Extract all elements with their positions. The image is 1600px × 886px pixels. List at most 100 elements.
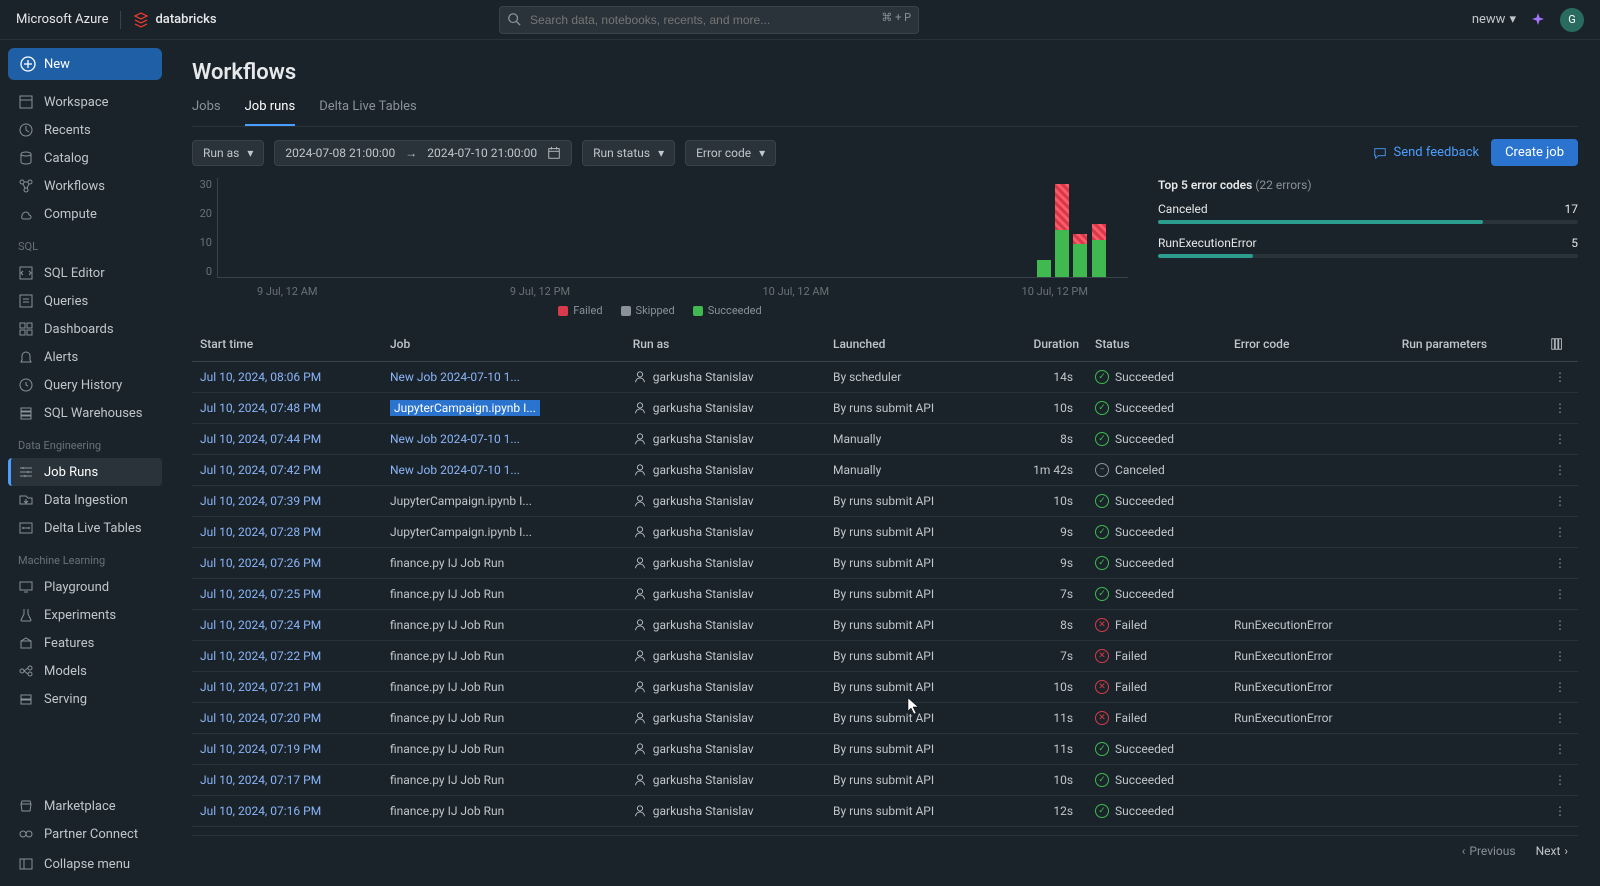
job-link[interactable]: New Job 2024-07-10 1... xyxy=(390,432,520,446)
collapse-menu[interactable]: Collapse menu xyxy=(8,850,162,878)
filter-run-as[interactable]: Run as ▾ xyxy=(192,140,264,166)
sidebar-item-dashboards[interactable]: Dashboards xyxy=(8,315,162,343)
sidebar-item-partner[interactable]: Partner Connect xyxy=(8,820,162,848)
job-link[interactable]: New Job 2024-07-10 1... xyxy=(390,463,520,477)
error-code-row[interactable]: RunExecutionError5 xyxy=(1158,236,1578,258)
table-row[interactable]: Jul 10, 2024, 07:24 PM finance.py IJ Job… xyxy=(192,610,1578,641)
start-time-link[interactable]: Jul 10, 2024, 07:22 PM xyxy=(200,649,321,663)
row-menu-button[interactable]: ⋮ xyxy=(1554,649,1566,663)
sidebar-item-sql-warehouses[interactable]: SQL Warehouses xyxy=(8,399,162,427)
filter-date-range[interactable]: 2024-07-08 21:00:00 → 2024-07-10 21:00:0… xyxy=(274,140,572,166)
row-menu-button[interactable]: ⋮ xyxy=(1554,494,1566,508)
legend-skipped[interactable]: Skipped xyxy=(621,304,675,317)
column-header[interactable]: Run parameters xyxy=(1394,327,1542,362)
column-header[interactable]: Duration xyxy=(996,327,1087,362)
start-time-link[interactable]: Jul 10, 2024, 07:19 PM xyxy=(200,742,321,756)
create-job-button[interactable]: Create job xyxy=(1491,139,1578,166)
row-menu-button[interactable]: ⋮ xyxy=(1554,742,1566,756)
filter-run-status[interactable]: Run status ▾ xyxy=(582,140,675,166)
row-menu-button[interactable]: ⋮ xyxy=(1554,401,1566,415)
column-header[interactable]: Run as xyxy=(625,327,825,362)
sidebar-item-queries[interactable]: Queries xyxy=(8,287,162,315)
search-input[interactable] xyxy=(499,6,919,34)
sidebar-item-dlt[interactable]: Delta Live Tables xyxy=(8,514,162,542)
sidebar-item-compute[interactable]: Compute xyxy=(8,200,162,228)
table-row[interactable]: Jul 10, 2024, 07:19 PM finance.py IJ Job… xyxy=(192,734,1578,765)
column-header[interactable]: Status xyxy=(1087,327,1226,362)
start-time-link[interactable]: Jul 10, 2024, 07:24 PM xyxy=(200,618,321,632)
new-button[interactable]: New xyxy=(8,48,162,80)
start-time-link[interactable]: Jul 10, 2024, 07:16 PM xyxy=(200,804,321,818)
sidebar-item-recents[interactable]: Recents xyxy=(8,116,162,144)
table-row[interactable]: Jul 10, 2024, 07:22 PM finance.py IJ Job… xyxy=(192,641,1578,672)
row-menu-button[interactable]: ⋮ xyxy=(1554,525,1566,539)
table-row[interactable]: Jul 10, 2024, 07:16 PM finance.py IJ Job… xyxy=(192,796,1578,827)
chart-bar[interactable] xyxy=(1073,234,1087,277)
tab-jobs[interactable]: Jobs xyxy=(192,99,221,126)
sidebar-item-alerts[interactable]: Alerts xyxy=(8,343,162,371)
start-time-link[interactable]: Jul 10, 2024, 08:06 PM xyxy=(200,370,321,384)
table-row[interactable]: Jul 10, 2024, 07:20 PM finance.py IJ Job… xyxy=(192,703,1578,734)
table-row[interactable]: Jul 10, 2024, 07:21 PM finance.py IJ Job… xyxy=(192,672,1578,703)
error-code-row[interactable]: Canceled17 xyxy=(1158,202,1578,224)
chart-bar[interactable] xyxy=(1055,184,1069,277)
row-menu-button[interactable]: ⋮ xyxy=(1554,804,1566,818)
table-row[interactable]: Jul 10, 2024, 07:25 PM finance.py IJ Job… xyxy=(192,579,1578,610)
sidebar-item-features[interactable]: Features xyxy=(8,629,162,657)
column-settings[interactable] xyxy=(1542,327,1578,362)
table-row[interactable]: Jul 10, 2024, 07:17 PM finance.py IJ Job… xyxy=(192,765,1578,796)
send-feedback-link[interactable]: Send feedback xyxy=(1373,145,1479,160)
sidebar-item-serving[interactable]: Serving xyxy=(8,685,162,713)
column-header[interactable]: Launched xyxy=(825,327,996,362)
sidebar-item-job-runs[interactable]: Job Runs xyxy=(8,458,162,486)
table-row[interactable]: Jul 10, 2024, 07:48 PM JupyterCampaign.i… xyxy=(192,393,1578,424)
row-menu-button[interactable]: ⋮ xyxy=(1554,556,1566,570)
column-header[interactable]: Job xyxy=(382,327,625,362)
row-menu-button[interactable]: ⋮ xyxy=(1554,773,1566,787)
start-time-link[interactable]: Jul 10, 2024, 07:39 PM xyxy=(200,494,321,508)
next-page[interactable]: Next› xyxy=(1536,844,1568,858)
sidebar-item-data-ingestion[interactable]: Data Ingestion xyxy=(8,486,162,514)
row-menu-button[interactable]: ⋮ xyxy=(1554,587,1566,601)
row-menu-button[interactable]: ⋮ xyxy=(1554,370,1566,384)
chart-bar[interactable] xyxy=(1037,260,1051,277)
legend-succeeded[interactable]: Succeeded xyxy=(693,304,762,317)
sidebar-item-playground[interactable]: Playground xyxy=(8,573,162,601)
user-avatar[interactable]: G xyxy=(1560,8,1584,32)
start-time-link[interactable]: Jul 10, 2024, 07:28 PM xyxy=(200,525,321,539)
assistant-icon[interactable] xyxy=(1530,12,1546,28)
job-link[interactable]: New Job 2024-07-10 1... xyxy=(390,370,520,384)
row-menu-button[interactable]: ⋮ xyxy=(1554,711,1566,725)
legend-failed[interactable]: Failed xyxy=(558,304,602,317)
workspace-switcher[interactable]: neww ▾ xyxy=(1472,12,1516,27)
start-time-link[interactable]: Jul 10, 2024, 07:48 PM xyxy=(200,401,321,415)
start-time-link[interactable]: Jul 10, 2024, 07:17 PM xyxy=(200,773,321,787)
sidebar-item-query-history[interactable]: Query History xyxy=(8,371,162,399)
table-row[interactable]: Jul 10, 2024, 07:42 PM New Job 2024-07-1… xyxy=(192,455,1578,486)
tab-job-runs[interactable]: Job runs xyxy=(245,99,296,126)
start-time-link[interactable]: Jul 10, 2024, 07:25 PM xyxy=(200,587,321,601)
table-row[interactable]: Jul 10, 2024, 07:39 PM JupyterCampaign.i… xyxy=(192,486,1578,517)
start-time-link[interactable]: Jul 10, 2024, 07:44 PM xyxy=(200,432,321,446)
start-time-link[interactable]: Jul 10, 2024, 07:21 PM xyxy=(200,680,321,694)
row-menu-button[interactable]: ⋮ xyxy=(1554,432,1566,446)
sidebar-item-workspace[interactable]: Workspace xyxy=(8,88,162,116)
column-header[interactable]: Error code xyxy=(1226,327,1394,362)
column-header[interactable]: Start time xyxy=(192,327,382,362)
sidebar-item-marketplace[interactable]: Marketplace xyxy=(8,792,162,820)
filter-error-code[interactable]: Error code ▾ xyxy=(685,140,776,166)
row-menu-button[interactable]: ⋮ xyxy=(1554,618,1566,632)
sidebar-item-sql-editor[interactable]: SQL Editor xyxy=(8,259,162,287)
prev-page[interactable]: ‹Previous xyxy=(1462,844,1516,858)
sidebar-item-workflows[interactable]: Workflows xyxy=(8,172,162,200)
table-row[interactable]: Jul 10, 2024, 07:44 PM New Job 2024-07-1… xyxy=(192,424,1578,455)
sidebar-item-experiments[interactable]: Experiments xyxy=(8,601,162,629)
table-row[interactable]: Jul 10, 2024, 07:28 PM JupyterCampaign.i… xyxy=(192,517,1578,548)
row-menu-button[interactable]: ⋮ xyxy=(1554,463,1566,477)
chart-bar[interactable] xyxy=(1092,224,1106,277)
table-row[interactable]: Jul 10, 2024, 08:06 PM New Job 2024-07-1… xyxy=(192,362,1578,393)
tab-dlt[interactable]: Delta Live Tables xyxy=(319,99,417,126)
table-row[interactable]: Jul 10, 2024, 07:26 PM finance.py IJ Job… xyxy=(192,548,1578,579)
start-time-link[interactable]: Jul 10, 2024, 07:42 PM xyxy=(200,463,321,477)
job-link[interactable]: JupyterCampaign.ipynb I... xyxy=(390,400,540,416)
